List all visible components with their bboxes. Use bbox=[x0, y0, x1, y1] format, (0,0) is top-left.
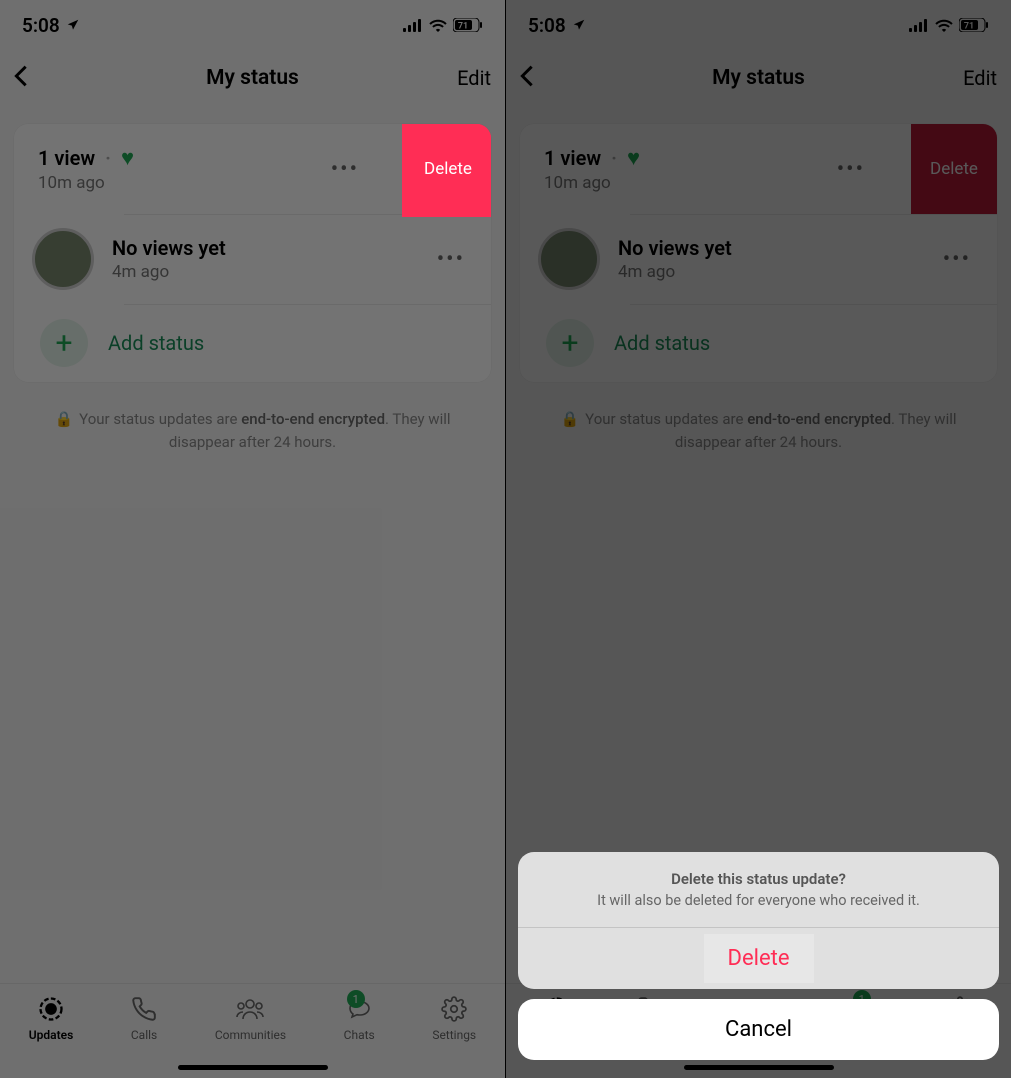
status-view-count: No views yet bbox=[618, 236, 732, 260]
home-indicator[interactable] bbox=[178, 1065, 328, 1070]
phone-icon bbox=[131, 994, 157, 1024]
encryption-footnote: 🔒Your status updates are end-to-end encr… bbox=[506, 382, 1011, 453]
sheet-subtitle: It will also be deleted for everyone who… bbox=[518, 892, 999, 927]
status-time: 4m ago bbox=[618, 262, 935, 282]
cellular-signal-icon bbox=[403, 19, 423, 32]
heart-icon: ♥ bbox=[121, 145, 134, 171]
sheet-delete-button[interactable]: Delete bbox=[518, 928, 999, 989]
page-title: My status bbox=[0, 66, 505, 90]
location-arrow-icon bbox=[572, 14, 586, 37]
encrypted-link[interactable]: end-to-end encrypted bbox=[747, 410, 891, 428]
status-time: 10m ago bbox=[38, 173, 323, 193]
swipe-delete-button[interactable]: Delete bbox=[405, 124, 491, 214]
status-view-count: 1 view bbox=[38, 146, 95, 170]
wifi-icon bbox=[935, 19, 953, 32]
tab-chats[interactable]: 1 Chats bbox=[344, 994, 375, 1078]
wifi-icon bbox=[429, 19, 447, 32]
svg-text:71: 71 bbox=[458, 22, 468, 32]
encryption-footnote: 🔒Your status updates are end-to-end encr… bbox=[0, 382, 505, 453]
location-arrow-icon bbox=[66, 14, 80, 37]
ios-status-bar: 5:08 71 bbox=[0, 0, 505, 50]
action-sheet-card: Delete this status update? It will also … bbox=[518, 852, 999, 989]
clock-time: 5:08 bbox=[22, 14, 60, 37]
sheet-cancel-button[interactable]: Cancel bbox=[518, 999, 999, 1060]
add-status-label: Add status bbox=[614, 331, 710, 355]
add-status-row[interactable]: + Add status bbox=[14, 304, 491, 382]
cellular-signal-icon bbox=[909, 19, 929, 32]
more-options-icon[interactable]: ••• bbox=[829, 149, 873, 190]
more-options-icon[interactable]: ••• bbox=[323, 149, 367, 190]
tab-bar: Updates Calls Communities 1 Chats Settin… bbox=[0, 983, 505, 1078]
battery-icon: 71 bbox=[453, 18, 483, 32]
plus-icon: + bbox=[546, 319, 594, 367]
status-view-count: No views yet bbox=[112, 236, 226, 260]
heart-icon: ♥ bbox=[627, 145, 640, 171]
status-thumbnail bbox=[538, 228, 600, 290]
plus-icon: + bbox=[40, 319, 88, 367]
encrypted-link[interactable]: end-to-end encrypted bbox=[241, 410, 385, 428]
ios-status-bar: 5:08 71 bbox=[506, 0, 1011, 50]
chats-badge: 1 bbox=[347, 990, 365, 1008]
phone-screenshot-left: 5:08 71 My status bbox=[0, 0, 505, 1078]
clock-time: 5:08 bbox=[528, 14, 566, 37]
home-indicator[interactable] bbox=[684, 1065, 834, 1070]
tab-calls[interactable]: Calls bbox=[131, 994, 157, 1078]
status-item[interactable]: No views yet 4m ago ••• bbox=[14, 214, 491, 304]
tab-settings[interactable]: Settings bbox=[432, 994, 476, 1078]
nav-header: My status Edit bbox=[0, 50, 505, 106]
gear-icon bbox=[441, 994, 467, 1024]
lock-icon: 🔒 bbox=[54, 410, 73, 428]
battery-icon: 71 bbox=[959, 18, 989, 32]
status-list-card: 1 view · ♥ 10m ago ••• Delete No views y… bbox=[520, 124, 997, 382]
more-options-icon[interactable]: ••• bbox=[429, 239, 473, 280]
status-item[interactable]: 1 view · ♥ 10m ago ••• Delete bbox=[14, 124, 491, 214]
svg-text:71: 71 bbox=[964, 22, 974, 32]
status-view-count: 1 view bbox=[544, 146, 601, 170]
add-status-row[interactable]: + Add status bbox=[520, 304, 997, 382]
status-list-card: 1 view · ♥ 10m ago ••• Delete No views y… bbox=[14, 124, 491, 382]
more-options-icon[interactable]: ••• bbox=[935, 239, 979, 280]
phone-screenshot-right: 5:08 71 My status Edit 1 view · bbox=[506, 0, 1011, 1078]
nav-header: My status Edit bbox=[506, 50, 1011, 106]
status-time: 10m ago bbox=[544, 173, 829, 193]
status-item[interactable]: 1 view · ♥ 10m ago ••• Delete bbox=[520, 124, 997, 214]
add-status-label: Add status bbox=[108, 331, 204, 355]
sheet-title: Delete this status update? bbox=[518, 852, 999, 892]
status-thumbnail bbox=[32, 228, 94, 290]
status-time: 4m ago bbox=[112, 262, 429, 282]
action-sheet: Delete this status update? It will also … bbox=[518, 852, 999, 1060]
swipe-delete-button[interactable]: Delete bbox=[911, 124, 997, 214]
communities-icon bbox=[235, 994, 265, 1024]
updates-icon bbox=[37, 994, 65, 1024]
lock-icon: 🔒 bbox=[560, 410, 579, 428]
tab-updates[interactable]: Updates bbox=[29, 994, 74, 1078]
status-item[interactable]: No views yet 4m ago ••• bbox=[520, 214, 997, 304]
page-title: My status bbox=[506, 66, 1011, 90]
